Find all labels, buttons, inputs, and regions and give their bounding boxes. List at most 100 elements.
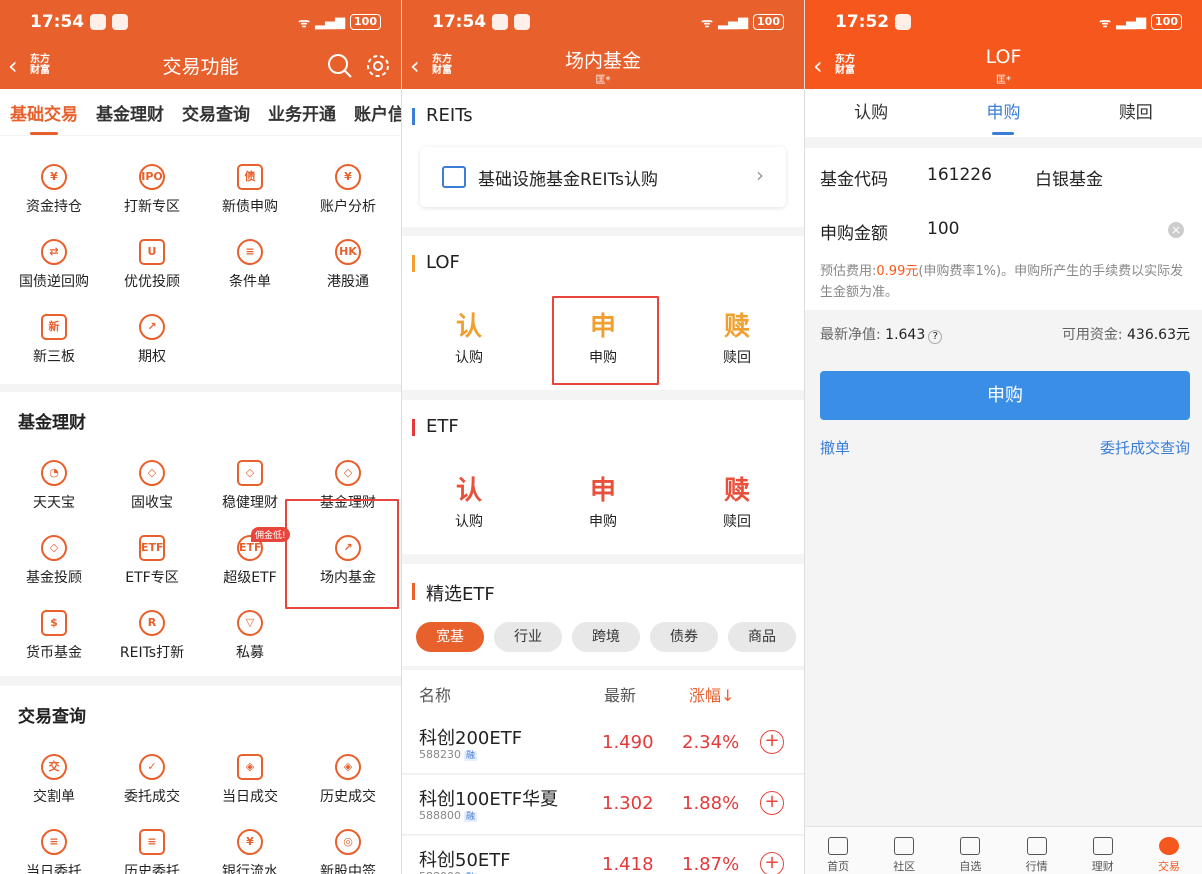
tab-basic-trading[interactable]: 基础交易 <box>10 100 78 135</box>
category-chip[interactable]: 行业 <box>494 622 562 652</box>
query-item-label: 新股中签 <box>320 864 376 874</box>
fund-item[interactable]: $ 货币基金 <box>5 604 103 679</box>
etf-action-2[interactable]: 赎赎回 <box>670 456 804 556</box>
query-item[interactable]: ◈ 当日成交 <box>201 748 299 823</box>
add-watchlist-icon[interactable]: + <box>760 852 784 874</box>
etf-row[interactable]: 科创200ETF 588230 融 1.490 2.34% + <box>402 714 804 774</box>
purchase-button[interactable]: 申购 <box>820 371 1190 420</box>
tab-trade-query[interactable]: 交易查询 <box>182 100 250 125</box>
fund-item[interactable]: ◇ 固收宝 <box>103 454 201 529</box>
fund-item-icon: ◇ <box>41 535 67 561</box>
column-change[interactable]: 涨幅↓ <box>689 682 734 706</box>
action-label: 赎回 <box>723 350 751 366</box>
fund-item-label: 超级ETF <box>223 570 277 586</box>
tab-fund-finance[interactable]: 基金理财 <box>96 100 164 125</box>
clear-icon[interactable]: × <box>1168 222 1184 238</box>
tab-purchase[interactable]: 申购 <box>937 89 1069 137</box>
fund-item-label: REITs打新 <box>119 645 185 661</box>
category-chip[interactable]: 跨境 <box>572 622 640 652</box>
etf-price: 1.302 <box>602 793 654 814</box>
basic-item[interactable]: U 优优投顾 <box>103 233 201 308</box>
nav-item[interactable]: 首页 <box>805 827 871 874</box>
fund-item[interactable]: ETF ETF专区 <box>103 529 201 604</box>
basic-item[interactable]: ↗ 期权 <box>103 308 201 383</box>
basic-item[interactable]: ⇄ 国债逆回购 <box>5 233 103 308</box>
basic-item[interactable]: 债新债申购 <box>201 158 299 233</box>
add-watchlist-icon[interactable]: + <box>760 730 784 754</box>
lof-subscribe-screen: 17:52 ᯤ ▂▄▆ 100 ‹ 东方 财富 LOF 匡* 认购 申购 赎回 基金… <box>805 0 1202 874</box>
tab-account[interactable]: 账户信 <box>354 100 401 125</box>
basic-item[interactable]: ¥ 资金持仓 <box>5 158 103 233</box>
margin-tag: 融 <box>464 751 478 761</box>
category-chip[interactable]: 债券 <box>650 622 718 652</box>
lof-action-1[interactable]: 申申购 <box>536 292 670 392</box>
etf-name: 科创200ETF <box>419 728 523 749</box>
tab-business-open[interactable]: 业务开通 <box>268 100 336 125</box>
building-icon <box>442 166 466 188</box>
query-item[interactable]: ◎ 新股中签 <box>299 823 397 874</box>
etf-row[interactable]: 科创50ETF588000融 1.418 1.87% + <box>402 836 804 874</box>
category-chip[interactable]: 商品 <box>728 622 796 652</box>
nav-item[interactable]: 社区 <box>871 827 937 874</box>
tab-redeem[interactable]: 赎回 <box>1070 89 1202 137</box>
query-item[interactable]: ≡ 当日委托 <box>5 823 103 874</box>
column-name: 名称 <box>419 686 452 705</box>
nav-item[interactable]: 交易 <box>1136 827 1202 874</box>
fund-item[interactable]: ↗ 场内基金 <box>299 529 397 604</box>
etf-action-0[interactable]: 认认购 <box>402 456 536 556</box>
fund-item[interactable]: ◇ 稳健理财 <box>201 454 299 529</box>
signal-icon: ▂▄▆ <box>1116 14 1147 30</box>
query-item[interactable]: ¥ 银行流水 <box>201 823 299 874</box>
notification-icon <box>492 14 509 30</box>
fund-code-field[interactable]: 161226 <box>927 165 992 185</box>
etf-change: 1.87% <box>682 854 740 874</box>
nav-item[interactable]: 行情 <box>1004 827 1070 874</box>
gear-icon[interactable] <box>364 52 392 80</box>
basic-item[interactable]: HK 港股通 <box>299 233 397 308</box>
notification-icon <box>112 14 129 30</box>
status-time: 17:54 <box>432 12 487 32</box>
nav-label: 交易 <box>1157 860 1180 873</box>
basic-item[interactable]: IPO 打新专区 <box>103 158 201 233</box>
basic-item-icon: ¥ <box>41 164 67 190</box>
basic-item[interactable]: ¥ 账户分析 <box>299 158 397 233</box>
basic-item[interactable]: 新新三板 <box>5 308 103 383</box>
cancel-order-link[interactable]: 撤单 <box>820 437 850 458</box>
etf-code: 588800 融 <box>419 809 478 822</box>
tab-subscribe-ipo[interactable]: 认购 <box>805 89 937 137</box>
category-chip[interactable]: 宽基 <box>416 622 484 652</box>
query-item[interactable]: ◈ 历史成交 <box>299 748 397 823</box>
lof-action-2[interactable]: 赎赎回 <box>670 292 804 392</box>
fund-item[interactable]: ETF 超级ETF 佣金低! <box>201 527 299 604</box>
fund-item[interactable]: ◇ 基金理财 <box>299 454 397 529</box>
query-item-icon: ◎ <box>335 829 361 855</box>
nav-item[interactable]: 自选 <box>937 827 1003 874</box>
help-icon[interactable]: ? <box>928 330 943 344</box>
action-label: 认购 <box>455 350 483 366</box>
status-time: 17:54 <box>30 12 85 32</box>
reits-subscribe-card[interactable]: 基础设施基金REITs认购 › <box>420 147 786 207</box>
fund-item[interactable]: ◇ 基金投顾 <box>5 529 103 604</box>
nav-label: 行情 <box>1025 860 1048 873</box>
column-latest[interactable]: 最新 <box>604 682 636 706</box>
lof-action-0[interactable]: 认认购 <box>402 292 536 392</box>
fund-item[interactable]: ◔ 天天宝 <box>5 454 103 529</box>
etf-row[interactable]: 科创100ETF华夏 588800 融 1.302 1.88% + <box>402 775 804 835</box>
nav-item[interactable]: 理财 <box>1070 827 1136 874</box>
fund-item-icon: ETF <box>139 535 165 561</box>
fund-item[interactable]: ▽ 私募 <box>201 604 299 679</box>
section-title: ETF <box>412 416 459 437</box>
basic-item-label: 账户分析 <box>320 199 376 215</box>
trading-functions-screen: 17:54 ᯤ ▂▄▆ 100 ‹ 东方 财富 交易功能 基础交易 基金理财 交易查… <box>0 0 401 874</box>
query-item[interactable]: 交交割单 <box>5 748 103 823</box>
amount-input[interactable]: 100 <box>927 219 959 239</box>
query-item[interactable]: ≡ 历史委托 <box>103 823 201 874</box>
search-icon[interactable] <box>326 52 354 80</box>
etf-action-1[interactable]: 申申购 <box>536 456 670 556</box>
query-item-label: 历史委托 <box>124 864 180 874</box>
order-query-link[interactable]: 委托成交查询 <box>1100 437 1190 458</box>
query-item[interactable]: ✓ 委托成交 <box>103 748 201 823</box>
basic-item[interactable]: ≡ 条件单 <box>201 233 299 308</box>
add-watchlist-icon[interactable]: + <box>760 791 784 815</box>
fund-item[interactable]: R REITs打新 <box>103 604 201 679</box>
